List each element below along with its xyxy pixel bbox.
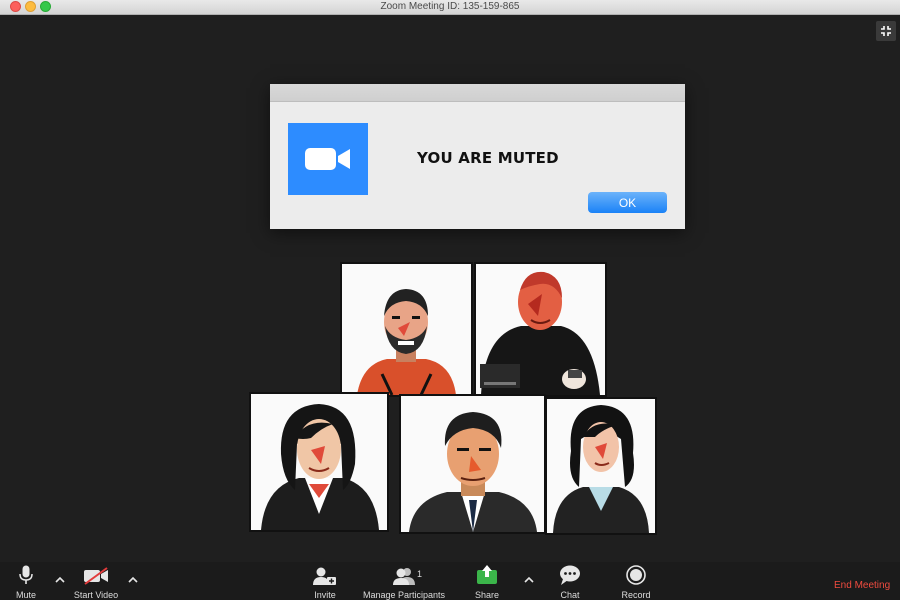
dialog-titlebar (270, 84, 685, 102)
mute-button[interactable]: Mute (10, 562, 42, 600)
manage-participants-button[interactable]: Manage Participants (358, 562, 450, 600)
dialog-message: YOU ARE MUTED (417, 149, 559, 167)
invite-button[interactable]: Invite (310, 562, 340, 600)
chevron-up-icon (128, 576, 138, 583)
record-button[interactable]: Record (618, 562, 654, 600)
start-video-label: Start Video (73, 590, 119, 600)
participant-tile-2[interactable] (474, 262, 607, 397)
share-options-caret[interactable] (523, 574, 535, 584)
chevron-up-icon (524, 576, 534, 583)
start-video-button[interactable]: Start Video (70, 562, 122, 600)
chat-bubble-icon (560, 565, 580, 585)
video-camera-icon (305, 148, 350, 170)
participant-portrait (480, 271, 600, 395)
manage-participants-label: Manage Participants (362, 590, 446, 600)
participant-tile-1[interactable] (340, 262, 473, 397)
participant-portrait (357, 289, 456, 395)
video-off-icon (84, 567, 108, 585)
audio-options-caret[interactable] (54, 574, 66, 584)
participant-portrait (409, 412, 537, 532)
ok-button[interactable]: OK (588, 192, 667, 213)
muted-dialog: YOU ARE MUTED OK (270, 84, 685, 229)
chat-label: Chat (560, 590, 580, 600)
end-meeting-button[interactable]: End Meeting (834, 580, 890, 591)
share-label: Share (474, 590, 500, 600)
participant-tile-3[interactable] (249, 392, 389, 532)
zoom-logo (288, 123, 368, 195)
participant-portrait (261, 404, 379, 530)
record-icon (626, 565, 646, 585)
participant-count: 1 (417, 569, 423, 579)
record-label: Record (621, 590, 651, 600)
participant-portrait (553, 405, 649, 533)
participant-tile-4[interactable] (399, 394, 546, 534)
mute-label: Mute (15, 590, 36, 600)
share-button[interactable]: Share (470, 562, 504, 600)
participants-icon (393, 568, 415, 585)
video-options-caret[interactable] (127, 574, 139, 584)
invite-person-icon (313, 567, 336, 585)
invite-label: Invite (314, 590, 336, 600)
share-screen-icon (477, 565, 497, 584)
chevron-up-icon (55, 576, 65, 583)
chat-button[interactable]: Chat (555, 562, 585, 600)
microphone-icon (19, 565, 33, 584)
participant-tile-5[interactable] (545, 397, 657, 535)
